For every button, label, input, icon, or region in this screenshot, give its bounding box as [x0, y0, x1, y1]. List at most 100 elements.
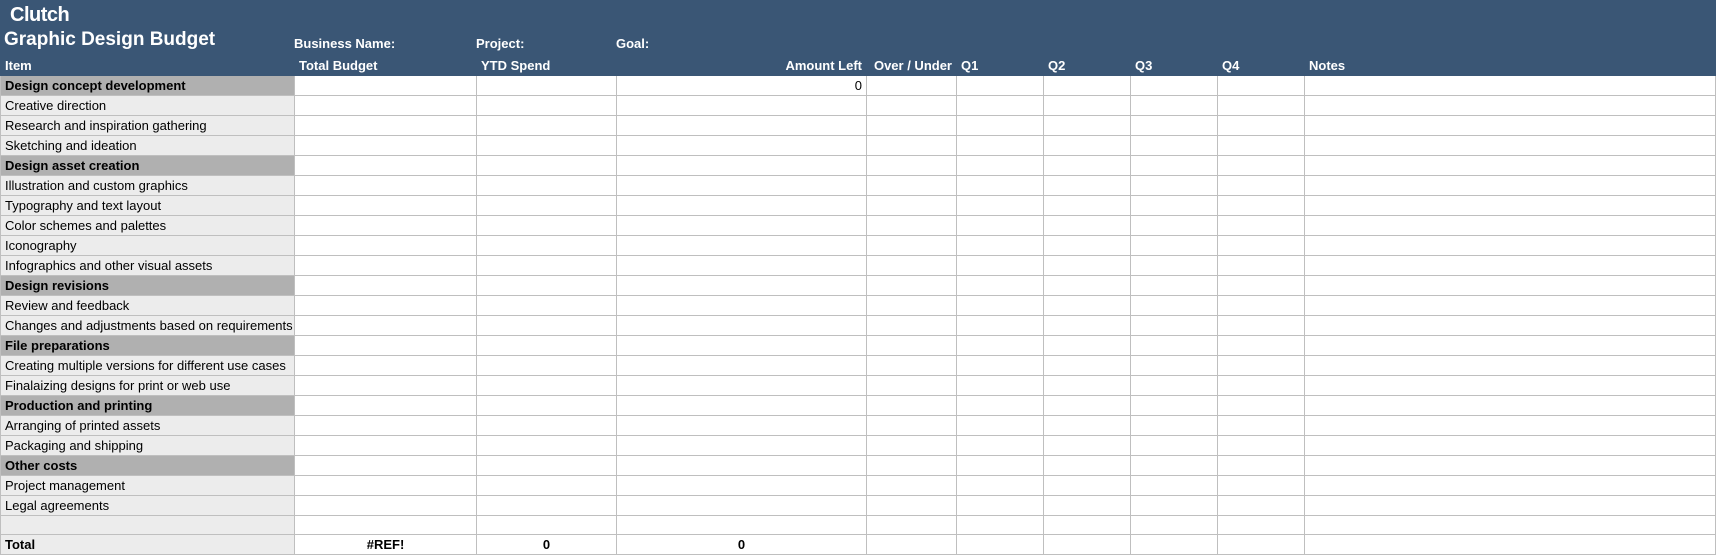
item-cell[interactable]: Infographics and other visual assets — [1, 256, 295, 276]
data-cell[interactable] — [617, 476, 867, 496]
data-cell[interactable] — [1131, 256, 1218, 276]
item-cell[interactable]: Arranging of printed assets — [1, 416, 295, 436]
data-cell[interactable] — [295, 116, 477, 136]
data-cell[interactable] — [1305, 136, 1716, 156]
data-cell[interactable] — [1044, 416, 1131, 436]
data-cell[interactable] — [1218, 376, 1305, 396]
data-cell[interactable] — [1305, 116, 1716, 136]
data-cell[interactable] — [1131, 176, 1218, 196]
data-cell[interactable] — [617, 496, 867, 516]
data-cell[interactable] — [477, 456, 617, 476]
data-cell[interactable] — [867, 96, 957, 116]
data-cell[interactable] — [477, 356, 617, 376]
item-cell[interactable]: Production and printing — [1, 396, 295, 416]
data-cell[interactable] — [1131, 216, 1218, 236]
data-cell[interactable] — [1305, 76, 1716, 96]
data-cell[interactable] — [1305, 456, 1716, 476]
data-cell[interactable] — [617, 296, 867, 316]
data-cell[interactable] — [867, 196, 957, 216]
data-cell[interactable] — [295, 296, 477, 316]
data-cell[interactable] — [1044, 216, 1131, 236]
data-cell[interactable] — [1218, 496, 1305, 516]
data-cell[interactable]: 0 — [477, 535, 617, 555]
item-cell[interactable]: Sketching and ideation — [1, 136, 295, 156]
item-cell[interactable]: Creative direction — [1, 96, 295, 116]
data-cell[interactable] — [295, 456, 477, 476]
data-cell[interactable] — [1131, 396, 1218, 416]
item-cell[interactable]: Review and feedback — [1, 296, 295, 316]
item-cell[interactable]: Iconography — [1, 236, 295, 256]
data-cell[interactable] — [617, 356, 867, 376]
data-cell[interactable] — [1044, 396, 1131, 416]
data-cell[interactable] — [957, 136, 1044, 156]
data-cell[interactable] — [1218, 136, 1305, 156]
data-cell[interactable] — [477, 316, 617, 336]
data-cell[interactable]: #REF! — [295, 535, 477, 555]
data-cell[interactable] — [1218, 156, 1305, 176]
data-cell[interactable] — [295, 336, 477, 356]
data-cell[interactable] — [477, 196, 617, 216]
item-cell[interactable] — [1, 516, 295, 535]
data-cell[interactable] — [1218, 356, 1305, 376]
data-cell[interactable] — [295, 416, 477, 436]
data-cell[interactable] — [1305, 216, 1716, 236]
data-cell[interactable] — [477, 216, 617, 236]
data-cell[interactable] — [477, 416, 617, 436]
data-cell[interactable] — [957, 416, 1044, 436]
data-cell[interactable] — [1305, 176, 1716, 196]
data-cell[interactable] — [867, 76, 957, 96]
data-cell[interactable] — [867, 416, 957, 436]
item-cell[interactable]: Color schemes and palettes — [1, 216, 295, 236]
data-cell[interactable] — [1305, 476, 1716, 496]
data-cell[interactable] — [867, 535, 957, 555]
data-cell[interactable] — [295, 396, 477, 416]
data-cell[interactable] — [477, 256, 617, 276]
data-cell[interactable] — [1044, 196, 1131, 216]
data-cell[interactable] — [617, 416, 867, 436]
data-cell[interactable] — [1044, 456, 1131, 476]
data-cell[interactable] — [1218, 276, 1305, 296]
data-cell[interactable] — [1131, 236, 1218, 256]
data-cell[interactable] — [1218, 535, 1305, 555]
data-cell[interactable] — [1131, 476, 1218, 496]
data-cell[interactable] — [957, 116, 1044, 136]
item-cell[interactable]: Design concept development — [1, 76, 295, 96]
data-cell[interactable] — [295, 356, 477, 376]
data-cell[interactable] — [1044, 296, 1131, 316]
data-cell[interactable] — [295, 196, 477, 216]
data-cell[interactable] — [1305, 196, 1716, 216]
data-cell[interactable] — [957, 316, 1044, 336]
data-cell[interactable] — [477, 156, 617, 176]
data-cell[interactable] — [1044, 276, 1131, 296]
data-cell[interactable] — [1218, 296, 1305, 316]
data-cell[interactable] — [1044, 535, 1131, 555]
data-cell[interactable] — [1305, 416, 1716, 436]
data-cell[interactable] — [1218, 196, 1305, 216]
data-cell[interactable] — [617, 336, 867, 356]
data-cell[interactable] — [957, 516, 1044, 535]
data-cell[interactable] — [617, 396, 867, 416]
data-cell[interactable] — [617, 96, 867, 116]
item-cell[interactable]: Legal agreements — [1, 496, 295, 516]
data-cell[interactable] — [1305, 436, 1716, 456]
data-cell[interactable] — [477, 236, 617, 256]
data-cell[interactable] — [1131, 376, 1218, 396]
data-cell[interactable] — [957, 496, 1044, 516]
data-cell[interactable] — [1305, 535, 1716, 555]
item-cell[interactable]: Design asset creation — [1, 156, 295, 176]
data-cell[interactable] — [867, 496, 957, 516]
data-cell[interactable] — [1218, 416, 1305, 436]
data-cell[interactable] — [1305, 496, 1716, 516]
data-cell[interactable] — [957, 216, 1044, 236]
data-cell[interactable] — [1218, 456, 1305, 476]
data-cell[interactable]: 0 — [617, 535, 867, 555]
data-cell[interactable] — [295, 436, 477, 456]
data-cell[interactable] — [867, 276, 957, 296]
data-cell[interactable] — [867, 316, 957, 336]
data-cell[interactable] — [617, 136, 867, 156]
data-cell[interactable] — [1218, 316, 1305, 336]
data-cell[interactable] — [295, 316, 477, 336]
data-cell[interactable] — [1044, 156, 1131, 176]
data-cell[interactable] — [295, 236, 477, 256]
data-cell[interactable] — [957, 256, 1044, 276]
